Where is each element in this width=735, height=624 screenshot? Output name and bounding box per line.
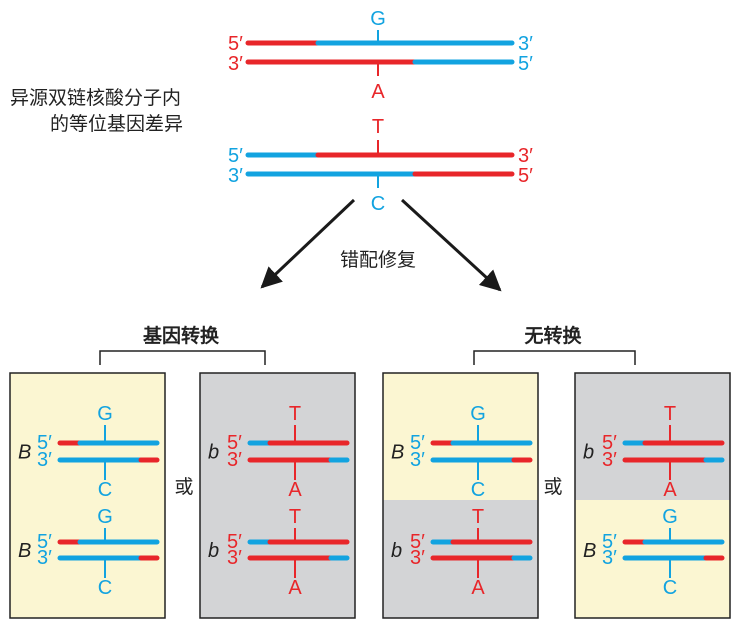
outcome-panel-4: Tb 5′3′AGB 5′3′C [574, 372, 731, 619]
panel-2-lower-allele: b [208, 540, 219, 562]
side-label-line1: 异源双链核酸分子内 [10, 87, 181, 109]
panel-4-upper-bottom-base: A [663, 479, 677, 501]
panel-3-upper-bottom-base: C [471, 479, 485, 501]
panel-2-lower-top-base: T [289, 506, 301, 528]
outcome-panel-2: Tb 5′3′ATb 5′3′A [199, 372, 356, 619]
panel-3-lower-allele: b [391, 540, 402, 562]
outcome-panel-3: GB 5′3′CTb 5′3′A [382, 372, 539, 619]
panel-1-lower-3prime: 3′ [37, 547, 52, 569]
duplex2-right-3prime: 3′ [518, 145, 533, 167]
panel-4-lower-allele: B [583, 540, 596, 562]
panel-1-lower-allele: B [18, 540, 31, 562]
gene-conversion-bracket [99, 350, 266, 365]
panel-3-upper-allele: B [391, 442, 404, 464]
outcome-panel-1: GB 5′3′CGB 5′3′C [9, 372, 166, 619]
panel-3-upper-top-base: G [470, 403, 486, 425]
duplex2-top-base: T [372, 116, 384, 138]
duplex1-left-3prime: 3′ [228, 53, 243, 75]
duplex1-left-5prime: 5′ [228, 33, 243, 55]
side-label-line2: 的等位基因差异 [50, 113, 183, 135]
panels: GB 5′3′CGB 5′3′CTb 5′3′ATb 5′3′AGB 5′3′CTb 5′3… [9, 372, 731, 619]
panel-4-lower-3prime: 3′ [602, 547, 617, 569]
duplex2-bottom-base: C [371, 193, 385, 215]
panel-2-upper-3prime: 3′ [227, 449, 242, 471]
panel-1-upper-allele: B [18, 442, 31, 464]
duplex1-right-5prime: 5′ [518, 53, 533, 75]
duplex2-right-5prime: 5′ [518, 165, 533, 187]
no-conversion-bracket [473, 350, 636, 365]
panel-1-lower-bottom-base: C [98, 577, 112, 599]
panel-1-lower-top-base: G [97, 506, 113, 528]
panel-3-lower-3prime: 3′ [410, 547, 425, 569]
panel-3-lower-top-base: T [472, 506, 484, 528]
no-conversion-label: 无转换 [524, 324, 582, 347]
panel-4-upper-bg [575, 373, 730, 500]
panel-2-upper-bg [200, 373, 355, 500]
panel-2-upper-bottom-base: A [288, 479, 302, 501]
top-heteroduplex-1: G 5′ 3′ 3′ 5′ A [228, 8, 533, 103]
panel-4-upper-allele: b [583, 442, 594, 464]
gene-conversion-label: 基因转换 [142, 324, 220, 347]
panel-2-lower-bottom-base: A [288, 577, 302, 599]
panel-1-upper-bottom-base: C [98, 479, 112, 501]
arrow-left [260, 198, 356, 289]
or-label-left: 或 [174, 476, 193, 498]
panel-1-upper-top-base: G [97, 403, 113, 425]
panel-3-upper-3prime: 3′ [410, 449, 425, 471]
panel-4-upper-3prime: 3′ [602, 449, 617, 471]
arrow-right [400, 198, 502, 292]
panel-3-lower-bottom-base: A [471, 577, 485, 599]
duplex2-left-3prime: 3′ [228, 165, 243, 187]
panel-4-upper-top-base: T [664, 403, 676, 425]
or-label-right: 或 [543, 476, 562, 498]
panel-1-upper-bg [10, 373, 165, 500]
duplex1-top-base: G [370, 8, 386, 30]
panel-1-upper-3prime: 3′ [37, 449, 52, 471]
repair-label: 错配修复 [340, 249, 416, 271]
panel-2-upper-allele: b [208, 442, 219, 464]
recombination-diagram: G 5′ 3′ 3′ 5′ A 异源双链核酸分子内 的等位基因差异 T 5′ 3… [9, 8, 731, 619]
top-heteroduplex-2: T 5′ 3′ 3′ 5′ C [228, 116, 533, 215]
panel-3-upper-bg [383, 373, 538, 500]
panel-4-lower-bottom-base: C [663, 577, 677, 599]
panel-4-lower-top-base: G [662, 506, 678, 528]
duplex2-left-5prime: 5′ [228, 145, 243, 167]
duplex1-right-3prime: 3′ [518, 33, 533, 55]
duplex1-bottom-base: A [371, 81, 385, 103]
panel-2-upper-top-base: T [289, 403, 301, 425]
panel-2-lower-3prime: 3′ [227, 547, 242, 569]
